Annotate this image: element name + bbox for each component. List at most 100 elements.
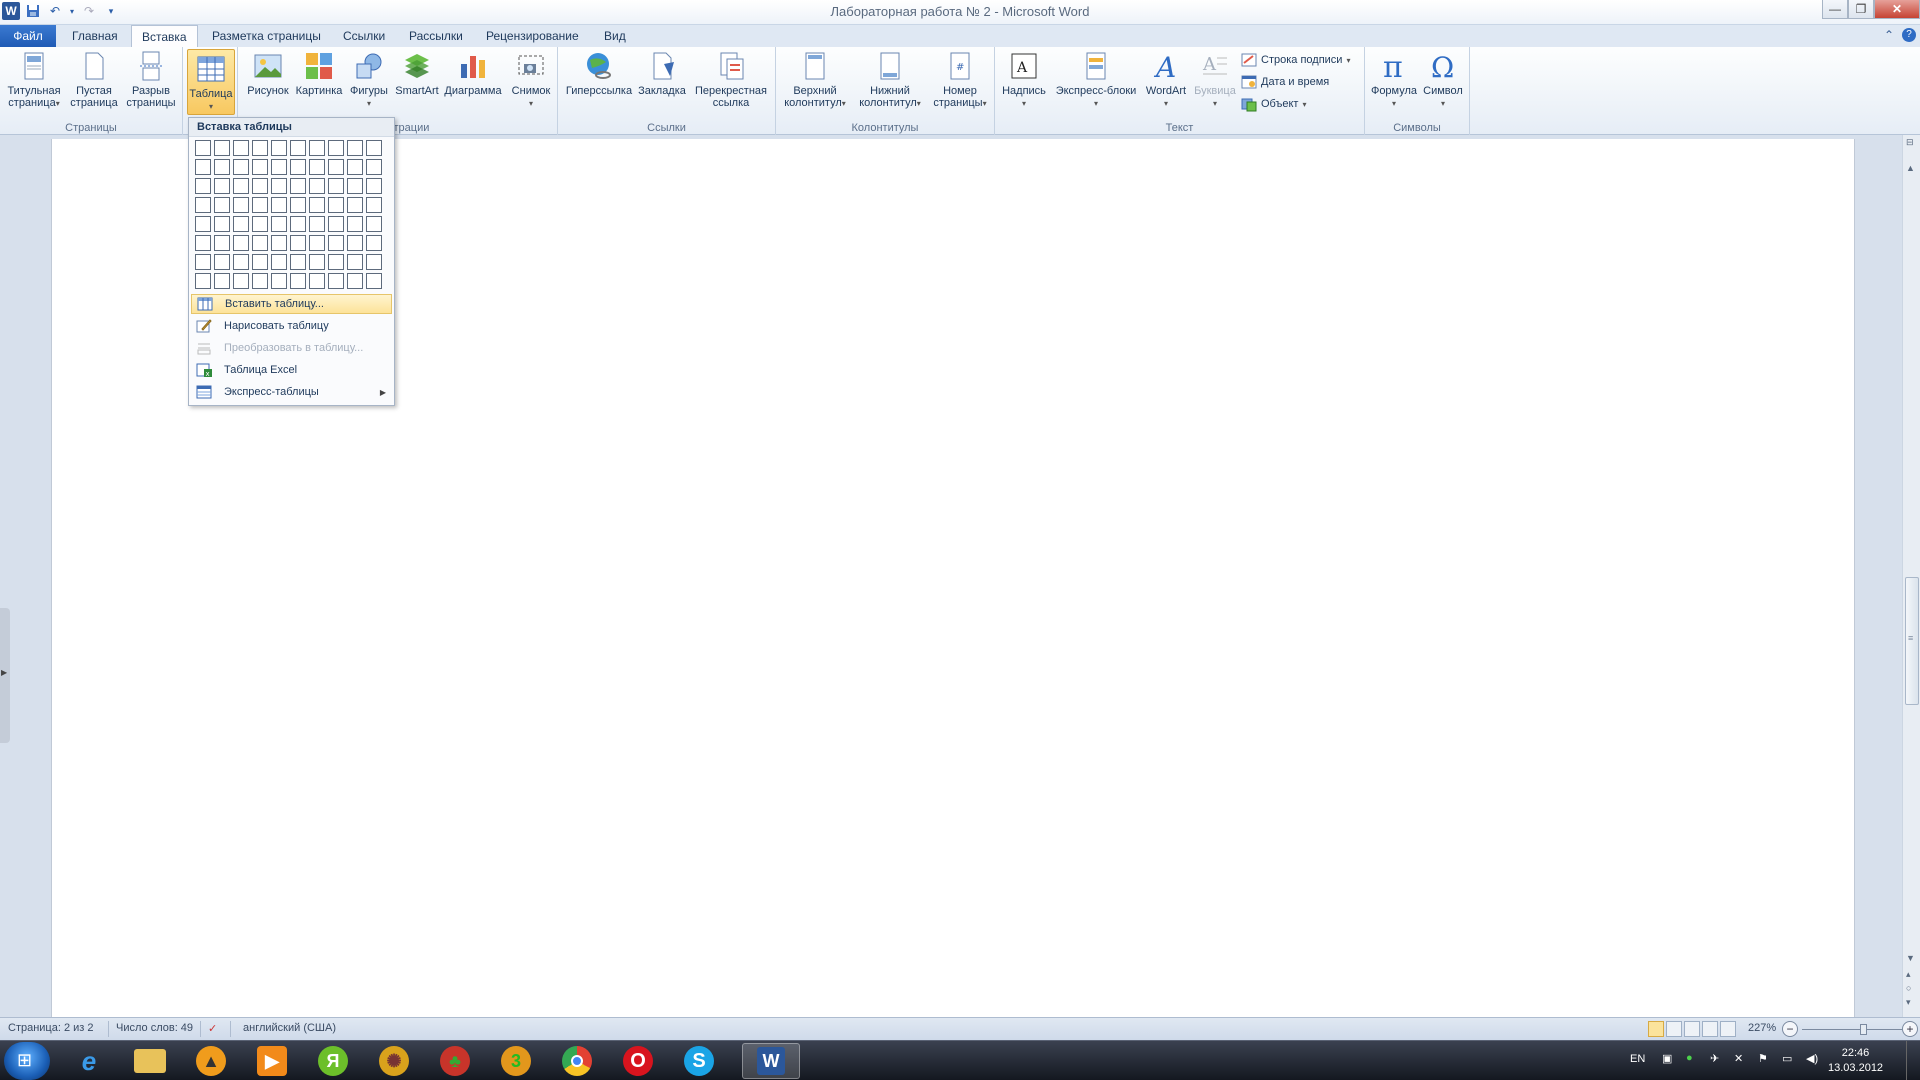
table-grid-cell[interactable] [328,273,344,289]
table-grid-cell[interactable] [347,254,363,270]
winamp-icon[interactable]: ♣ [426,1043,484,1079]
table-grid-cell[interactable] [271,197,287,213]
table-grid-cell[interactable] [271,216,287,232]
object-button[interactable]: Объект ▾ [1241,94,1306,114]
table-grid-cell[interactable] [347,235,363,251]
tab-page-layout[interactable]: Разметка страницы [202,25,331,47]
table-grid-cell[interactable] [195,235,211,251]
minimize-button[interactable]: — [1822,0,1848,19]
table-grid-cell[interactable] [271,235,287,251]
menu-excel-table[interactable]: x Таблица Excel [191,360,392,380]
word-icon[interactable]: W [742,1043,800,1079]
table-grid-cell[interactable] [214,216,230,232]
table-grid-cell[interactable] [290,216,306,232]
table-grid-cell[interactable] [252,216,268,232]
table-grid-cell[interactable] [309,216,325,232]
table-grid-cell[interactable] [366,159,382,175]
opera-icon[interactable]: O [609,1043,667,1079]
table-grid-cell[interactable] [366,254,382,270]
table-grid-cell[interactable] [252,235,268,251]
table-grid-cell[interactable] [328,140,344,156]
draft-view-button[interactable] [1720,1021,1736,1037]
table-grid-cell[interactable] [252,273,268,289]
cover-page-button[interactable]: Титульная страница▾ [4,50,64,110]
table-grid-cell[interactable] [309,254,325,270]
tray-windows-icon[interactable]: ▣ [1662,1052,1672,1065]
close-button[interactable]: ✕ [1874,0,1920,19]
help-icon[interactable]: ? [1902,28,1916,42]
page-count-status[interactable]: Страница: 2 из 2 [8,1022,94,1034]
menu-insert-table[interactable]: Вставить таблицу... [191,294,392,314]
table-grid-cell[interactable] [195,197,211,213]
tab-view[interactable]: Вид [594,25,636,47]
hyperlink-button[interactable]: Гиперссылка [564,50,634,97]
table-grid-cell[interactable] [252,197,268,213]
table-button[interactable]: Таблица ▾ [187,49,235,115]
internet-explorer-icon[interactable]: e [60,1043,118,1079]
table-grid-cell[interactable] [366,178,382,194]
table-grid-cell[interactable] [233,235,249,251]
table-grid-cell[interactable] [214,197,230,213]
dropcap-button[interactable]: A Буквица ▾ [1191,50,1239,110]
menu-quick-tables[interactable]: Экспресс-таблицы ▶ [191,382,392,402]
table-grid-cell[interactable] [214,140,230,156]
tab-file[interactable]: Файл [0,25,56,47]
header-button[interactable]: Верхний колонтитул▾ [780,50,850,110]
date-time-button[interactable]: Дата и время [1241,72,1329,92]
table-grid-cell[interactable] [195,273,211,289]
table-grid-cell[interactable] [290,140,306,156]
equation-button[interactable]: π Формула ▾ [1369,50,1419,110]
web-layout-button[interactable] [1684,1021,1700,1037]
table-grid-cell[interactable] [309,178,325,194]
table-grid-cell[interactable] [195,178,211,194]
table-grid-cell[interactable] [328,159,344,175]
vertical-scrollbar[interactable]: ⊟ ▲ ≡ ▼ ▴ ○ ▾ [1902,135,1920,1017]
smartart-button[interactable]: SmartArt [394,50,440,97]
print-layout-view-button[interactable] [1648,1021,1664,1037]
table-grid-cell[interactable] [347,159,363,175]
table-grid-cell[interactable] [309,159,325,175]
next-page-icon[interactable]: ▾ [1906,997,1911,1008]
quick-parts-button[interactable]: Экспресс-блоки ▾ [1051,50,1141,110]
zoom-slider-knob[interactable] [1860,1024,1867,1035]
table-grid-cell[interactable] [309,273,325,289]
maximize-button[interactable]: ❐ [1848,0,1874,19]
table-grid-cell[interactable] [328,197,344,213]
start-button[interactable]: ⊞ [4,1042,50,1080]
minimize-ribbon-icon[interactable]: ⌃ [1884,28,1894,42]
table-grid-cell[interactable] [233,216,249,232]
taskbar-clock[interactable]: 22:46 13.03.2012 [1828,1046,1883,1076]
footer-button[interactable]: Нижний колонтитул▾ [854,50,926,110]
table-grid-cell[interactable] [366,140,382,156]
table-grid-cell[interactable] [214,235,230,251]
zoom-level[interactable]: 227% [1748,1022,1776,1034]
symbol-button[interactable]: Ω Символ ▾ [1419,50,1467,110]
outline-view-button[interactable] [1702,1021,1718,1037]
table-grid-cell[interactable] [309,140,325,156]
tab-mailings[interactable]: Рассылки [399,25,473,47]
table-grid-cell[interactable] [290,178,306,194]
table-grid-cell[interactable] [271,140,287,156]
ruler-toggle-icon[interactable]: ⊟ [1906,137,1914,148]
input-language[interactable]: EN [1630,1053,1645,1065]
table-grid-cell[interactable] [214,273,230,289]
table-grid-cell[interactable] [233,254,249,270]
folder-icon[interactable] [121,1043,179,1079]
table-grid-cell[interactable] [347,216,363,232]
tab-home[interactable]: Главная [62,25,128,47]
language-status[interactable]: английский (США) [243,1022,336,1034]
scroll-down-icon[interactable]: ▼ [1906,953,1915,963]
table-size-grid[interactable] [195,140,385,292]
aimp-icon[interactable]: ▲ [182,1043,240,1079]
game-icon[interactable]: ✺ [365,1043,423,1079]
table-grid-cell[interactable] [309,235,325,251]
tray-security-icon[interactable]: ● [1686,1052,1693,1064]
wordart-button[interactable]: A WordArt ▾ [1141,50,1191,110]
tray-network-icon[interactable]: ✕ [1734,1052,1743,1065]
zone-icon[interactable]: 3 [487,1043,545,1079]
blank-page-button[interactable]: Пустая страница [68,50,120,109]
signature-line-button[interactable]: Строка подписи ▾ [1241,50,1350,70]
table-grid-cell[interactable] [233,273,249,289]
tray-flag-icon[interactable]: ⚑ [1758,1052,1768,1065]
zoom-out-button[interactable]: − [1782,1021,1798,1037]
